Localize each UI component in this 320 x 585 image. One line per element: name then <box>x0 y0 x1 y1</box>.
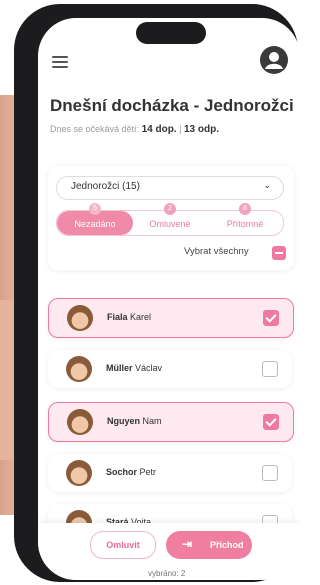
child-row[interactable]: Nguyen Nam <box>48 402 294 442</box>
expected-children-info: Dnes se očekává dětí: 14 dop. | 13 odp. <box>50 124 219 135</box>
tab-count-badge: 8 <box>239 203 251 215</box>
phone-frame: Dnešní docházka - Jednorožci Dnes se oče… <box>14 4 300 582</box>
child-checkbox[interactable] <box>263 414 279 430</box>
page-title: Dnešní docházka - Jednorožci <box>50 96 294 115</box>
child-name: Nguyen Nam <box>107 416 162 426</box>
arrow-right-icon: ⇥ <box>182 537 193 551</box>
child-row[interactable]: Müller Václav <box>48 350 292 388</box>
app-screen: Dnešní docházka - Jednorožci Dnes se oče… <box>38 18 300 580</box>
child-row[interactable]: Sochor Petr <box>48 454 292 492</box>
child-checkbox[interactable] <box>263 310 279 326</box>
child-name: Sochor Petr <box>106 467 157 477</box>
separator: | <box>179 124 182 134</box>
group-select-value: Jednorožci (15) <box>71 181 140 192</box>
tab-label: Omluvené <box>149 219 191 229</box>
child-avatar <box>66 460 92 486</box>
arrival-label: Příchod <box>210 540 244 550</box>
child-name: Fiala Karel <box>107 312 152 322</box>
select-all-label: Vybrat všechny <box>184 246 249 257</box>
child-avatar <box>67 409 93 435</box>
tab-pritomne[interactable]: 8 Přítomné <box>207 203 283 235</box>
child-row[interactable]: Fiala Karel <box>48 298 294 338</box>
hamburger-menu-icon[interactable] <box>52 56 68 68</box>
child-checkbox[interactable] <box>262 361 278 377</box>
excuse-button[interactable]: Omluvit <box>90 531 156 559</box>
action-footer: Omluvit ⇥ Příchod vybráno: 2 <box>38 523 300 580</box>
group-select[interactable]: Jednorožci (15) ⌄ <box>56 176 284 200</box>
status-tabs: 5 Nezadáno 2 Omluvené 8 Přítomné <box>56 203 284 236</box>
tab-nezadano[interactable]: 5 Nezadáno <box>57 203 133 235</box>
tab-omluvene[interactable]: 2 Omluvené <box>133 203 207 235</box>
child-checkbox[interactable] <box>262 465 278 481</box>
tab-label: Nezadáno <box>74 219 116 229</box>
user-avatar-icon[interactable] <box>260 46 288 74</box>
filter-card: Jednorožci (15) ⌄ 5 Nezadáno 2 Omluvené … <box>48 166 294 270</box>
tab-count-badge: 5 <box>89 203 101 215</box>
child-avatar <box>66 356 92 382</box>
arrival-button[interactable]: ⇥ Příchod <box>166 531 252 559</box>
expected-morning-count: 14 dop. <box>141 124 177 135</box>
child-avatar <box>67 305 93 331</box>
tab-label: Přítomné <box>226 219 264 229</box>
expected-afternoon-count: 13 odp. <box>183 124 219 135</box>
child-name: Müller Václav <box>106 363 163 373</box>
tab-count-badge: 2 <box>164 203 176 215</box>
select-all-checkbox[interactable] <box>272 246 286 260</box>
expected-label: Dnes se očekává dětí: <box>50 124 140 134</box>
selected-count: vybráno: 2 <box>148 569 186 578</box>
chevron-down-icon: ⌄ <box>263 180 271 190</box>
phone-notch <box>136 22 206 44</box>
